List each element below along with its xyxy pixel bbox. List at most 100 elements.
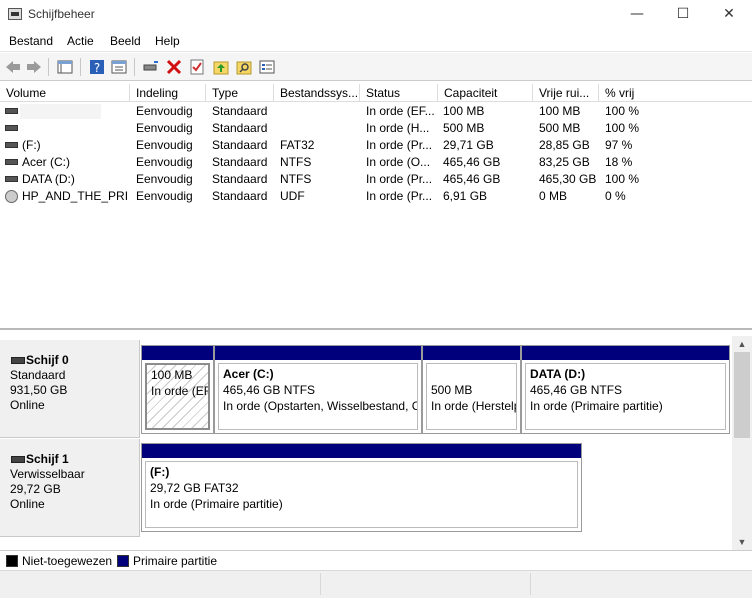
status-bar-separator [320,573,321,595]
options-icon[interactable] [258,58,276,76]
partition-title: (F:) [150,465,170,479]
cell-status: In orde (Pr... [366,138,433,152]
menu-help[interactable]: Help [155,34,180,48]
partition-recovery[interactable]: 500 MB In orde (Herstelpartitie) [422,345,521,434]
volume-table-header: Volume Indeling Type Bestandssys... Stat… [0,84,752,102]
list-view-icon[interactable] [56,58,74,76]
partition-f[interactable]: (F:) 29,72 GB FAT32 In orde (Primaire pa… [141,443,582,532]
maximize-button[interactable]: ☐ [660,0,706,30]
cell-capacity: 6,91 GB [443,189,488,203]
column-header-percent-free[interactable]: % vrij [599,84,752,102]
partition-efi[interactable]: 100 MB In orde (EFI-systeempartitie) [141,345,214,434]
table-row[interactable]: HP_AND_THE_PRI... Eenvoudig Standaard UD… [0,188,752,205]
partition-status: In orde (Opstarten, Wisselbestand, C [223,399,418,413]
column-header-status[interactable]: Status [360,84,438,102]
cell-status: In orde (Pr... [366,172,433,186]
table-row[interactable]: Eenvoudig Standaard In orde (EF... 100 M… [0,103,752,120]
forward-icon[interactable] [25,58,43,76]
primary-partition-swatch [117,555,129,567]
connect-drive-icon[interactable] [142,58,160,76]
cell-filesystem: NTFS [280,172,312,186]
partition-size: 100 MB [151,368,193,382]
table-row[interactable]: Eenvoudig Standaard In orde (H... 500 MB… [0,120,752,137]
column-header-capacity[interactable]: Capaciteit [438,84,533,102]
cell-percent-free: 100 % [605,121,640,135]
folder-search-icon[interactable] [235,58,253,76]
cell-type: Standaard [212,121,268,135]
column-header-filesystem[interactable]: Bestandssys... [274,84,360,102]
disk-0-size: 931,50 GB [10,383,68,397]
partition-acer-c-body: Acer (C:) 465,46 GB NTFS In orde (Opstar… [218,363,418,430]
volume-icon [5,142,18,148]
folder-up-icon[interactable] [212,58,230,76]
window-title: Schijfbeheer [28,7,95,21]
disk-view-scrollbar[interactable]: ▲ ▼ [732,336,752,550]
cell-percent-free: 18 % [605,155,633,169]
cell-free-space: 0 MB [539,189,568,203]
menu-beeld[interactable]: Beeld [110,34,141,48]
table-row[interactable]: (F:) Eenvoudig Standaard FAT32 In orde (… [0,137,752,154]
help-icon[interactable]: ? [88,58,106,76]
back-icon[interactable] [4,58,22,76]
partition-data-d[interactable]: DATA (D:) 465,46 GB NTFS In orde (Primai… [521,345,730,434]
properties-icon[interactable] [110,58,128,76]
column-header-volume[interactable]: Volume [0,84,130,102]
cell-free-space: 28,85 GB [539,138,590,152]
scroll-up-icon[interactable]: ▲ [732,336,752,352]
partition-status: In orde (Herstelpartitie) [431,399,516,413]
column-header-layout[interactable]: Indeling [130,84,206,102]
toolbar-separator [134,58,135,76]
volume-name-blank [20,104,101,119]
partition-status: In orde (Primaire partitie) [530,399,663,413]
scroll-down-icon[interactable]: ▼ [732,534,752,550]
volume-icon [5,125,18,131]
partition-recovery-body: 500 MB In orde (Herstelpartitie) [426,363,517,430]
toolbar: ? [0,53,752,81]
disk-1-name: Schijf 1 [10,452,139,467]
partition-title: Acer (C:) [223,367,274,381]
toolbar-separator [80,58,81,76]
cell-layout: Eenvoudig [136,104,193,118]
cell-capacity: 465,46 GB [443,155,501,169]
check-icon[interactable] [188,58,206,76]
table-row[interactable]: Acer (C:) Eenvoudig Standaard NTFS In or… [0,154,752,171]
delete-icon[interactable] [165,58,183,76]
cell-filesystem: NTFS [280,155,312,169]
table-row[interactable]: DATA (D:) Eenvoudig Standaard NTFS In or… [0,171,752,188]
partition-acer-c[interactable]: Acer (C:) 465,46 GB NTFS In orde (Opstar… [214,345,422,434]
disk-management-window: Schijfbeheer — ☐ ✕ Bestand Actie Beeld H… [0,0,752,598]
cell-capacity: 29,71 GB [443,138,494,152]
partition-data-d-body: DATA (D:) 465,46 GB NTFS In orde (Primai… [525,363,726,430]
primary-partition-bar [142,346,213,360]
partition-size: 500 MB [431,383,473,397]
cell-status: In orde (H... [366,121,430,135]
partition-size: 465,46 GB NTFS [530,383,623,397]
status-bar-separator [530,573,531,595]
disk-1-size: 29,72 GB [10,482,61,496]
disk-0-label[interactable]: Schijf 0 Standaard 931,50 GB Online [0,340,140,438]
status-bar [0,570,752,598]
partition-size: 29,72 GB FAT32 [150,481,239,495]
cell-volume: DATA (D:) [22,172,75,186]
partition-efi-body: 100 MB In orde (EFI-systeempartitie) [145,363,210,430]
minimize-button[interactable]: — [614,0,660,30]
partition-f-body: (F:) 29,72 GB FAT32 In orde (Primaire pa… [145,461,578,528]
cell-status: In orde (O... [366,155,431,169]
menu-bar: Bestand Actie Beeld Help [0,30,752,52]
menu-bestand[interactable]: Bestand [9,34,53,48]
cell-layout: Eenvoudig [136,155,193,169]
close-button[interactable]: ✕ [706,0,752,30]
menu-actie[interactable]: Actie [67,34,94,48]
disk-1-label[interactable]: Schijf 1 Verwisselbaar 29,72 GB Online [0,439,140,537]
column-header-free-space[interactable]: Vrije rui... [533,84,599,102]
column-header-type[interactable]: Type [206,84,274,102]
cell-free-space: 465,30 GB [539,172,597,186]
cell-free-space: 500 MB [539,121,581,135]
cell-filesystem: UDF [280,189,305,203]
scroll-thumb[interactable] [734,352,750,438]
primary-partition-bar [522,346,729,360]
unallocated-swatch [6,555,18,567]
svg-text:?: ? [94,61,100,75]
cell-percent-free: 100 % [605,104,640,118]
cell-layout: Eenvoudig [136,172,193,186]
